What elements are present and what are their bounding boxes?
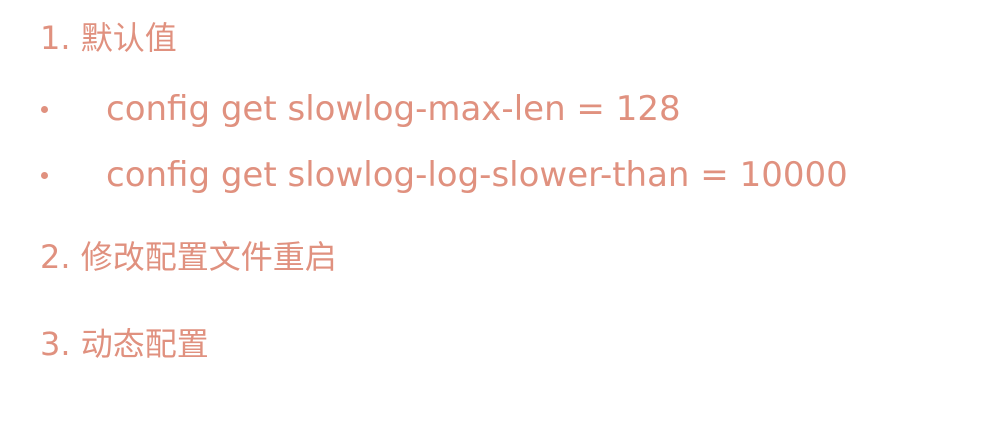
- heading-default-values: 1. 默认值: [40, 19, 177, 57]
- bullet-icon: [41, 172, 48, 179]
- heading-dynamic-config: 3. 动态配置: [40, 325, 209, 363]
- bullet-text-slower-than: config get slowlog-log-slower-than = 100…: [106, 155, 848, 195]
- bullet-text-max-len: config get slowlog-max-len = 128: [106, 89, 681, 129]
- heading-modify-config: 2. 修改配置文件重启: [40, 238, 337, 276]
- bullet-icon: [41, 106, 48, 113]
